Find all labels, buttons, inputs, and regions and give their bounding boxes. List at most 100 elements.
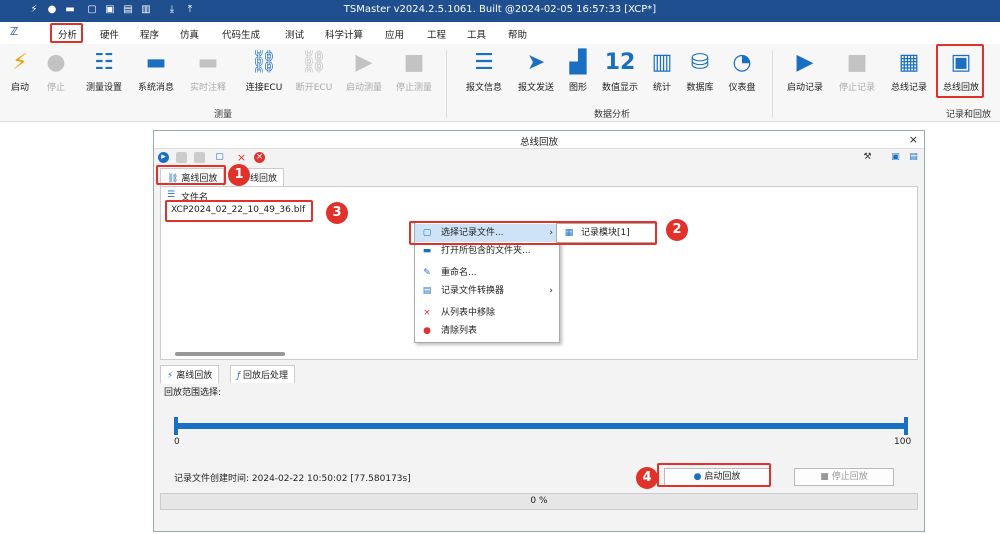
stop-measure-button[interactable]: ■ 停止测量 xyxy=(392,48,436,104)
close-icon: × xyxy=(423,308,431,318)
list-icon: ☰ xyxy=(167,190,176,200)
range-label: 回放范围选择: xyxy=(164,388,222,398)
app-logo-icon: ℤ xyxy=(10,25,19,38)
menu-bar: ℤ 分析 硬件 程序 仿真 代码生成 测试 科学计算 应用 工程 工具 帮助 xyxy=(0,22,1000,44)
tree-icon: ☷ xyxy=(94,50,114,75)
record-list-icon: ▦ xyxy=(898,50,920,75)
range-min: 0 xyxy=(174,437,180,447)
stop-square-icon: ■ xyxy=(846,50,868,75)
menu-tools[interactable]: 工具 xyxy=(467,27,486,41)
highlight-analysis-menu xyxy=(50,23,83,43)
bar-chart-icon: ▥ xyxy=(651,50,673,75)
chat-icon: ▬ xyxy=(145,50,167,75)
pencil-icon: ✎ xyxy=(423,268,431,278)
menu-simulation[interactable]: 仿真 xyxy=(180,27,199,41)
step-badge-4: 4 xyxy=(636,467,658,489)
group-label-record: 记录和回放 xyxy=(946,110,992,120)
statistics-button[interactable]: ▥ 统计 xyxy=(648,48,676,104)
menu-item-rename[interactable]: ✎ 重命名... xyxy=(415,264,559,282)
link-icon: ⛓ xyxy=(250,50,278,75)
menu-application[interactable]: 应用 xyxy=(385,27,404,41)
menu-test[interactable]: 测试 xyxy=(285,27,304,41)
disconnect-ecu-button[interactable]: ⛓ 断开ECU xyxy=(292,48,336,104)
range-max: 100 xyxy=(894,437,912,447)
title-bar: ⚡ ● ▬ ▢ ▣ ▤ ▥ ⤓ ⤒ TSMaster v2024.2.5.106… xyxy=(0,0,1000,22)
ribbon-separator xyxy=(772,50,773,118)
stop-replay-button[interactable]: ■ 停止回放 xyxy=(794,468,894,486)
start-button[interactable]: ⚡ 启动 xyxy=(6,48,34,104)
chart-icon: ▟ xyxy=(569,50,587,75)
measure-setup-button[interactable]: ☷ 测量设置 xyxy=(82,48,126,104)
connect-ecu-button[interactable]: ⛓ 连接ECU xyxy=(242,48,286,104)
note-icon: ▬ xyxy=(197,50,219,75)
chevron-right-icon: › xyxy=(549,286,553,296)
message-info-button[interactable]: ☰ 报文信息 xyxy=(462,48,506,104)
dialog-titlebar: 总线回放 × xyxy=(154,131,924,149)
replay-controls: ⚡ 离线回放 ƒ 回放后处理 回放范围选择: 0 100 记录文件创建时间: 2… xyxy=(160,365,918,527)
window-icon[interactable]: ▣ xyxy=(890,152,901,163)
window-title: TSMaster v2024.2.5.1061. Built @2024-02-… xyxy=(343,4,657,15)
export-icon[interactable]: ▤ xyxy=(908,152,919,163)
dashboard-button[interactable]: ◔ 仪表盘 xyxy=(724,48,760,104)
add-file-icon[interactable]: ▢ xyxy=(214,152,225,163)
menu-item-remove[interactable]: × 从列表中移除 xyxy=(415,304,559,322)
stop-button[interactable]: ● 停止 xyxy=(42,48,70,104)
delete-icon[interactable]: × xyxy=(236,152,247,163)
play-icon: ▶ xyxy=(355,50,373,75)
menu-item-converter[interactable]: ▤ 记录文件转换器 › xyxy=(415,282,559,300)
highlight-select-file xyxy=(409,221,657,245)
system-message-button[interactable]: ▬ 系统消息 xyxy=(134,48,178,104)
stop-square-icon: ■ xyxy=(403,50,425,75)
range-slider-track[interactable] xyxy=(176,423,904,429)
highlight-bus-replay xyxy=(936,44,984,98)
step-badge-1: 1 xyxy=(228,164,250,186)
stop-icon[interactable] xyxy=(194,152,205,163)
menu-codegen[interactable]: 代码生成 xyxy=(222,27,260,41)
start-record-button[interactable]: ▶ 启动记录 xyxy=(782,48,828,104)
step-badge-2: 2 xyxy=(666,219,688,241)
start-measure-button[interactable]: ▶ 启动测量 xyxy=(342,48,386,104)
highlight-offline-tab xyxy=(156,165,226,185)
dialog-title: 总线回放 xyxy=(519,137,558,148)
group-label-analysis: 数据分析 xyxy=(594,110,631,120)
gauge-icon: ◔ xyxy=(732,50,752,75)
tab-post-processing[interactable]: ƒ 回放后处理 xyxy=(230,365,296,383)
message-send-button[interactable]: ➤ 报文发送 xyxy=(514,48,558,104)
menu-program[interactable]: 程序 xyxy=(140,27,159,41)
realtime-note-button[interactable]: ▬ 实时注释 xyxy=(186,48,230,104)
list-icon: ☰ xyxy=(474,50,494,75)
ribbon: ⚡ 启动 ● 停止 ☷ 测量设置 ▬ 系统消息 ▬ 实时注释 ⛓ 连接ECU ⛓ 断开ECU … xyxy=(0,44,1000,122)
numeric-display-button[interactable]: 12 数值显示 xyxy=(598,48,642,104)
clear-circle-icon: ● xyxy=(423,326,431,336)
horizontal-scrollbar[interactable] xyxy=(175,352,285,356)
menu-hardware[interactable]: 硬件 xyxy=(100,27,119,41)
stop-square-icon: ■ xyxy=(820,472,829,482)
database-button[interactable]: ⛁ 数据库 xyxy=(682,48,718,104)
number-12-icon: 12 xyxy=(604,50,636,75)
range-slider-end-handle[interactable] xyxy=(904,417,908,435)
tab-offline-replay-bottom[interactable]: ⚡ 离线回放 xyxy=(160,365,220,384)
menu-science[interactable]: 科学计算 xyxy=(325,27,363,41)
highlight-start-replay xyxy=(657,463,771,487)
tab-online-replay[interactable]: 线回放 xyxy=(244,168,285,186)
pause-icon[interactable] xyxy=(176,152,187,163)
database-icon: ⛁ xyxy=(690,50,710,75)
menu-help[interactable]: 帮助 xyxy=(508,27,527,41)
stop-circle-icon: ● xyxy=(46,50,66,75)
step-badge-3: 3 xyxy=(326,202,348,224)
wrench-icon[interactable]: ⚒ xyxy=(862,152,873,163)
range-slider-start-handle[interactable] xyxy=(174,417,178,435)
menu-project[interactable]: 工程 xyxy=(427,27,446,41)
fx-icon: ƒ xyxy=(237,371,241,381)
menu-item-clear-list[interactable]: ● 清除列表 xyxy=(415,322,559,340)
close-icon[interactable]: × xyxy=(909,133,918,146)
bus-record-button[interactable]: ▦ 总线记录 xyxy=(886,48,932,104)
play-icon: ▶ xyxy=(796,50,814,75)
group-label-measure: 测量 xyxy=(214,110,233,120)
stop-record-button[interactable]: ■ 停止记录 xyxy=(834,48,880,104)
clear-icon[interactable]: × xyxy=(254,152,265,163)
graphics-button[interactable]: ▟ 图形 xyxy=(562,48,594,104)
record-created-time: 记录文件创建时间: 2024-02-22 10:50:02 [77.580173… xyxy=(174,474,411,484)
convert-icon: ▤ xyxy=(422,286,432,296)
play-icon[interactable]: ▸ xyxy=(158,152,169,163)
